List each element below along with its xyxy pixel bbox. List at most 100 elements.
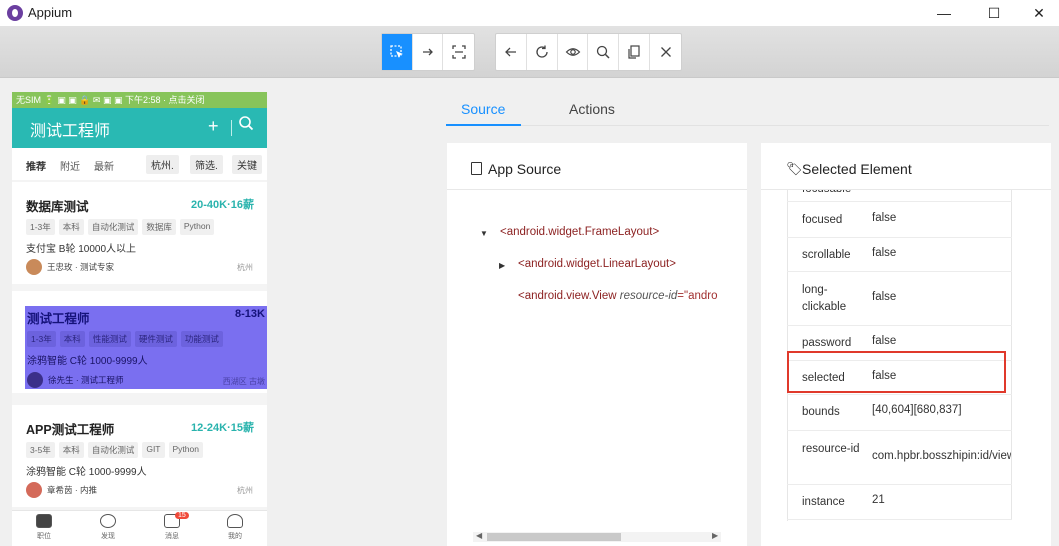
attr-key: bounds xyxy=(802,406,840,418)
back-button[interactable] xyxy=(496,34,527,70)
app-source-panel: App Source ▼ <android.widget.FrameLayout… xyxy=(447,143,747,546)
bounds-highlight-annotation xyxy=(787,351,1006,393)
copy-xml-button[interactable] xyxy=(619,34,651,70)
job-tags: 1-3年 本科 自动化测试 数据库 Python xyxy=(26,219,215,235)
attr-value: false xyxy=(872,190,896,193)
caret-right-icon[interactable]: ▶ xyxy=(499,261,505,270)
avatar xyxy=(26,259,42,275)
close-icon xyxy=(660,47,671,57)
filter-nearby[interactable]: 附近 xyxy=(60,158,80,173)
eye-icon xyxy=(565,48,580,56)
tap-coordinates-button[interactable] xyxy=(443,34,474,70)
tree-node-linearlayout[interactable]: <android.widget.LinearLayout> xyxy=(518,258,676,270)
attr-value: [40,604][680,837] xyxy=(872,404,962,416)
job-tag: 功能测试 xyxy=(180,331,223,347)
device-status-bar: 无SIM 🔋 ▣ ▣ 🔒 ✉ ▣ ▣ 下午2:58 · 点击关闭 xyxy=(12,92,267,108)
search-elements-button[interactable] xyxy=(588,34,620,70)
file-icon xyxy=(471,162,482,175)
selected-element-title: Selected Element xyxy=(802,161,912,177)
search-icon[interactable] xyxy=(238,115,254,136)
app-source-header: App Source xyxy=(447,143,747,190)
refresh-button[interactable] xyxy=(527,34,558,70)
nav-messages[interactable]: 15 消息 xyxy=(152,512,192,541)
selected-element-overlay[interactable]: 测试工程师 8-13K 1-3年 本科 性能测试 硬件测试 功能测试 涂鸦智能 … xyxy=(25,306,267,389)
scroll-left-icon[interactable]: ◀ xyxy=(476,531,482,540)
appium-logo-icon xyxy=(7,5,23,21)
company-info: 涂鸦智能 C轮 1000-9999人 xyxy=(27,356,148,367)
job-tag: 本科 xyxy=(58,442,84,458)
attr-value: false xyxy=(872,335,897,347)
job-tag: 性能测试 xyxy=(88,331,131,347)
tab-actions[interactable]: Actions xyxy=(569,101,615,117)
job-title: 数据库测试 xyxy=(26,200,89,214)
table-row: focusable false xyxy=(787,190,1012,202)
filter-keyword[interactable]: 关键 xyxy=(232,155,262,174)
compass-icon xyxy=(100,514,116,528)
scrollbar-thumb[interactable] xyxy=(487,533,621,541)
column-divider xyxy=(1011,431,1012,484)
job-tag: 自动化测试 xyxy=(87,442,139,458)
unread-badge: 15 xyxy=(175,512,189,519)
filter-options[interactable]: 筛选. xyxy=(190,155,223,174)
filter-recommend[interactable]: 推荐 xyxy=(26,158,46,173)
select-elements-button[interactable] xyxy=(382,34,413,70)
column-divider xyxy=(1011,238,1012,271)
tab-source[interactable]: Source xyxy=(461,101,505,117)
arrow-right-icon xyxy=(422,48,433,56)
recorder-button[interactable] xyxy=(558,34,589,70)
filter-bar: 推荐 附近 最新 杭州. 筛选. 关键 xyxy=(12,148,267,180)
arrow-left-icon xyxy=(504,47,516,57)
copy-icon xyxy=(628,45,640,59)
scroll-right-icon[interactable]: ▶ xyxy=(712,531,718,540)
job-city: 杭州 xyxy=(237,486,253,495)
column-divider xyxy=(1011,395,1012,430)
table-row: focused false xyxy=(787,202,1012,238)
inspector-toolbar xyxy=(0,26,1059,78)
job-tag: Python xyxy=(179,219,215,235)
app-header-title: 测试工程师 xyxy=(30,123,111,140)
horizontal-scrollbar[interactable]: ◀ ▶ xyxy=(473,531,721,542)
swipe-button[interactable] xyxy=(413,34,444,70)
tree-node-view[interactable]: <android.view.View resource-id="andro xyxy=(518,290,718,302)
selected-element-header: 🏷 Selected Element xyxy=(761,143,1051,190)
avatar xyxy=(26,482,42,498)
job-salary: 8-13K xyxy=(235,308,265,320)
nav-me[interactable]: 我的 xyxy=(215,514,255,541)
job-card[interactable]: 数据库测试 20-40K·16薪 1-3年 本科 自动化测试 数据库 Pytho… xyxy=(12,182,267,284)
appium-window: Appium — ☐ ✕ 无SIM 🔋 ▣ ▣ 🔒 ✉ ▣ ▣ 下午2:58 ·… xyxy=(0,0,1059,546)
column-divider xyxy=(1011,326,1012,360)
job-card[interactable]: APP测试工程师 12-24K·15薪 3-5年 本科 自动化测试 GIT Py… xyxy=(12,405,267,507)
table-row: long-clickable false xyxy=(787,272,1012,326)
session-actions-group xyxy=(495,33,682,71)
attr-value: false xyxy=(872,247,897,259)
company-info: 支付宝 B轮 10000人以上 xyxy=(26,244,137,255)
filter-latest[interactable]: 最新 xyxy=(94,158,114,173)
attr-value: false xyxy=(872,291,897,303)
job-salary: 20-40K·16薪 xyxy=(191,199,254,211)
attr-key: instance xyxy=(802,496,845,508)
tree-node-framelayout[interactable]: <android.widget.FrameLayout> xyxy=(500,226,659,238)
selected-element-panel: 🏷 Selected Element focusable false focus… xyxy=(761,143,1051,546)
caret-down-icon[interactable]: ▼ xyxy=(480,229,488,238)
nav-discover[interactable]: 发现 xyxy=(88,514,128,541)
tag-icon: 🏷 xyxy=(786,161,803,176)
column-divider xyxy=(1011,202,1012,237)
nav-me-label: 我的 xyxy=(228,533,242,540)
filter-city[interactable]: 杭州. xyxy=(146,155,179,174)
close-window-button[interactable]: ✕ xyxy=(1016,0,1059,26)
job-tag: 硬件测试 xyxy=(134,331,177,347)
table-row: resource-id com.hpbr.bosszhipin:id/view_… xyxy=(787,431,1012,485)
nav-jobs[interactable]: 职位 xyxy=(24,514,64,541)
user-icon xyxy=(227,514,243,528)
minimize-button[interactable]: — xyxy=(921,0,967,26)
maximize-button[interactable]: ☐ xyxy=(971,0,1017,26)
source-tree: ▼ <android.widget.FrameLayout> ▶ <androi… xyxy=(447,190,747,530)
active-tab-indicator xyxy=(446,124,521,126)
tree-node-view-tag: <android.view.View xyxy=(518,290,617,302)
table-row: scrollable false xyxy=(787,238,1012,272)
quit-session-button[interactable] xyxy=(650,34,681,70)
recruiter-name: 徐先生 · 测试工程师 xyxy=(48,375,124,385)
add-icon[interactable]: + xyxy=(208,116,219,137)
device-screenshot[interactable]: 无SIM 🔋 ▣ ▣ 🔒 ✉ ▣ ▣ 下午2:58 · 点击关闭 测试工程师 +… xyxy=(12,92,267,546)
app-source-title: App Source xyxy=(488,161,562,177)
